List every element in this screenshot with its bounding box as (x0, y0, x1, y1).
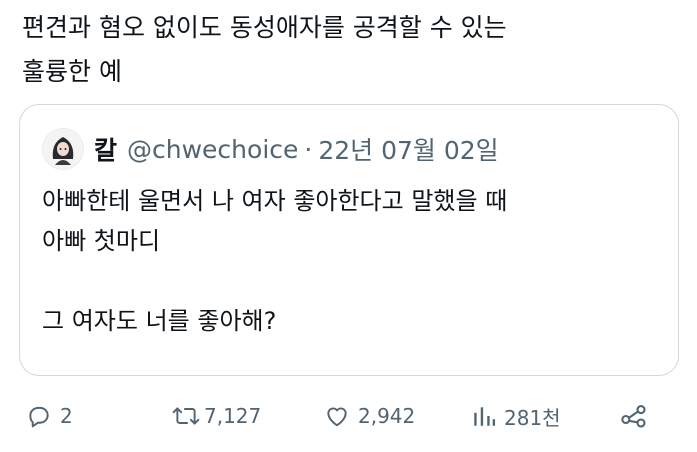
action-bar: 2 7,127 2,942 281천 (20, 396, 680, 436)
like-count: 2,942 (358, 404, 416, 428)
quoted-date[interactable]: 22년 07월 02일 (318, 131, 498, 167)
tweet-text-line-2: 훌륭한 예 (22, 57, 122, 86)
quoted-body-gap (42, 261, 662, 301)
tweet-text: 편견과 혐오 없이도 동성애자를 공격할 수 있는 훌륭한 예 (22, 6, 672, 94)
quoted-tweet-header: 칼 @chwechoice · 22년 07월 02일 (42, 127, 499, 171)
views-chart-icon (472, 403, 496, 429)
like-button[interactable]: 2,942 (324, 396, 415, 436)
retweet-icon (172, 403, 200, 429)
heart-icon (324, 403, 350, 429)
quoted-body-line-3: 그 여자도 너를 좋아해? (42, 307, 277, 335)
views-button[interactable]: 281천 (472, 396, 561, 436)
retweet-count: 7,127 (204, 404, 262, 428)
tweet-text-line-1: 편견과 혐오 없이도 동성애자를 공격할 수 있는 (22, 13, 507, 42)
header-separator: · (304, 134, 313, 164)
reply-button[interactable]: 2 (26, 396, 73, 436)
reply-count: 2 (60, 404, 73, 428)
share-icon (620, 402, 648, 430)
avatar[interactable] (42, 128, 84, 170)
quoted-handle[interactable]: @chwechoice (127, 135, 298, 164)
quoted-body-line-1: 아빠한테 울면서 나 여자 좋아한다고 말했을 때 (42, 187, 508, 215)
quoted-tweet-card[interactable]: 칼 @chwechoice · 22년 07월 02일 아빠한테 울면서 나 여… (19, 104, 679, 376)
quoted-body-line-2: 아빠 첫마디 (42, 227, 161, 255)
reply-icon (26, 403, 52, 429)
share-button[interactable] (620, 396, 648, 436)
retweet-button[interactable]: 7,127 (172, 396, 261, 436)
quoted-tweet-body: 아빠한테 울면서 나 여자 좋아한다고 말했을 때 아빠 첫마디 그 여자도 너… (42, 181, 662, 341)
view-count: 281천 (504, 405, 561, 430)
quoted-display-name[interactable]: 칼 (94, 131, 117, 167)
